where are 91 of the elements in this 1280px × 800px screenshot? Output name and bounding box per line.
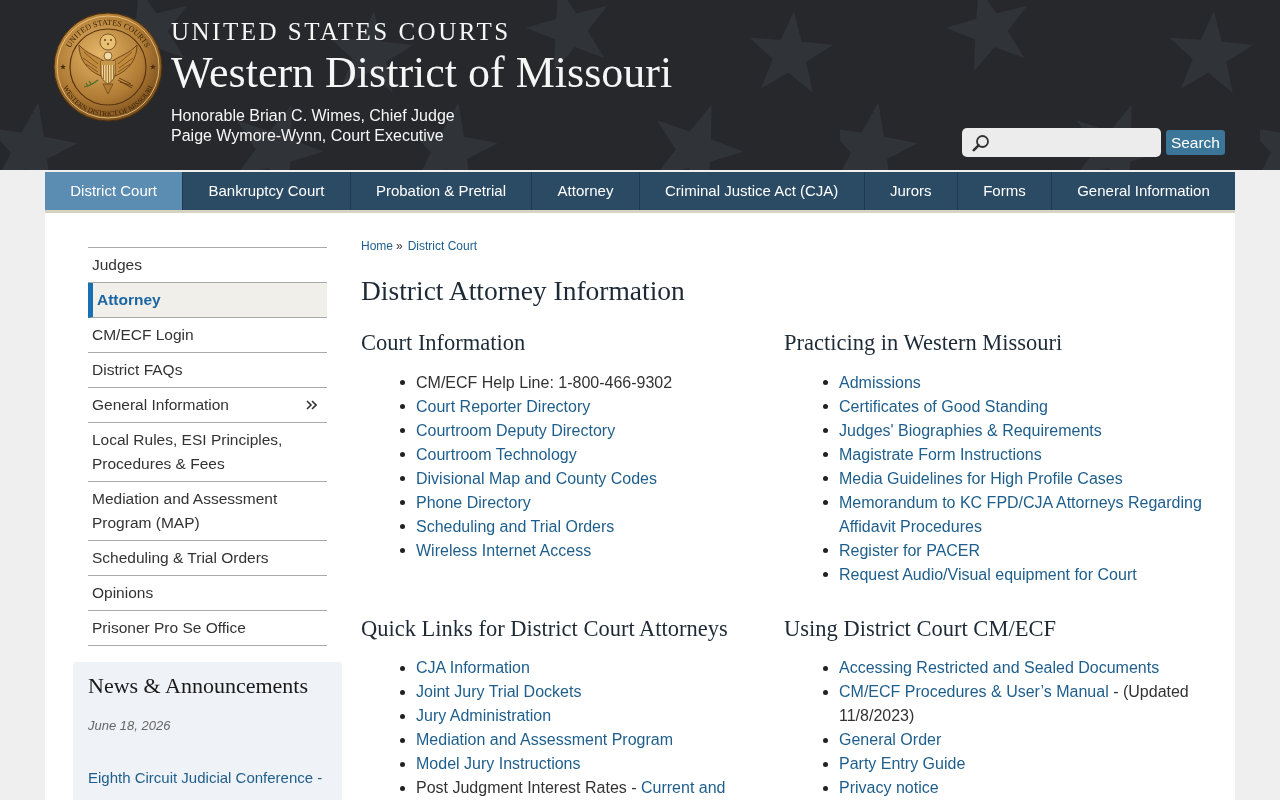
nav-tab[interactable]: Probation & Pretrial xyxy=(350,172,533,210)
sidebar-item[interactable]: CM/ECF Login xyxy=(88,318,327,353)
bullet-icon xyxy=(823,500,828,505)
bullet-icon xyxy=(400,665,405,671)
bullet-icon xyxy=(400,737,405,743)
list-item-text: CM/ECF Help Line: 1-800-466-9302 xyxy=(416,372,673,393)
link[interactable]: Joint Jury Trial Dockets xyxy=(416,680,582,704)
nav-tab[interactable]: Criminal Justice Act (CJA) xyxy=(639,172,865,210)
bullet-icon xyxy=(823,572,828,577)
bullet-icon xyxy=(823,476,828,481)
link[interactable]: Mediation and Assessment Program xyxy=(416,728,673,752)
link[interactable]: Media Guidelines for High Profile Cases xyxy=(839,466,1123,491)
search-icon xyxy=(971,133,990,152)
link[interactable]: Court Reporter Directory xyxy=(416,394,591,419)
sidebar-item[interactable]: Opinions xyxy=(88,576,327,611)
bullet-icon xyxy=(823,785,828,791)
link[interactable]: Party Entry Guide xyxy=(839,752,966,776)
bullet-icon xyxy=(400,404,405,409)
section-heading: Using District Court CM/ECF xyxy=(784,614,1057,642)
sidebar-item[interactable]: Prisoner Pro Se Office xyxy=(88,611,327,646)
section-heading: Practicing in Western Missouri xyxy=(784,329,1064,356)
news-link[interactable]: Eighth Circuit Judicial Conference - xyxy=(88,766,323,790)
sidebar-item[interactable]: General Information xyxy=(88,388,327,423)
news-heading: News & Announcements xyxy=(88,673,309,699)
sidebar-item[interactable]: Scheduling & Trial Orders xyxy=(88,541,327,576)
sidebar-item[interactable]: District FAQs xyxy=(88,353,327,388)
link[interactable]: CJA Information xyxy=(416,656,530,680)
bullet-icon xyxy=(823,761,828,767)
bullet-icon xyxy=(400,452,405,457)
link[interactable]: Wireless Internet Access xyxy=(416,538,592,563)
breadcrumb-separator: » xyxy=(396,239,403,254)
bullet-icon xyxy=(823,428,828,433)
link[interactable]: Divisional Map and County Codes xyxy=(416,466,657,491)
bullet-icon xyxy=(400,500,405,505)
link[interactable]: Current and xyxy=(641,779,726,796)
bullet-icon xyxy=(823,548,828,553)
bullet-icon xyxy=(400,524,405,529)
bullet-icon xyxy=(400,548,405,553)
bullet-icon xyxy=(400,713,405,719)
link[interactable]: Admissions xyxy=(839,370,921,395)
section-heading: Court Information xyxy=(361,329,527,356)
nav-tab[interactable]: Attorney xyxy=(532,172,640,210)
nav-tab[interactable]: General Information xyxy=(1051,172,1236,210)
link[interactable]: Courtroom Technology xyxy=(416,442,577,467)
link[interactable]: Courtroom Deputy Directory xyxy=(416,418,616,443)
list-item-text: Post Judgment Interest Rates - Current and xyxy=(416,778,726,798)
official-line: Honorable Brian C. Wimes, Chief Judge xyxy=(171,106,456,126)
bullet-icon xyxy=(823,380,828,385)
bullet-icon xyxy=(823,665,828,671)
nav-tab[interactable]: Jurors xyxy=(864,172,958,210)
link[interactable]: CM/ECF Procedures & User’s Manual xyxy=(839,683,1109,700)
search-field[interactable] xyxy=(961,128,1161,157)
bullet-icon xyxy=(400,428,405,433)
bullet-icon xyxy=(823,404,828,409)
bullet-icon xyxy=(400,761,405,767)
link[interactable]: Judges' Biographies & Requirements xyxy=(839,418,1102,443)
search-button[interactable]: Search xyxy=(1165,130,1225,155)
link[interactable]: Memorandum to KC FPD/CJA Attorneys Regarding Affidavit Procedures xyxy=(839,490,1211,539)
bullet-icon xyxy=(823,737,828,743)
link[interactable]: Scheduling and Trial Orders xyxy=(416,514,615,539)
nav-tab[interactable]: District Court xyxy=(45,172,184,210)
breadcrumb-link[interactable]: District Court xyxy=(407,239,478,254)
link[interactable]: Register for PACER xyxy=(839,538,981,563)
sidebar-item[interactable]: Local Rules, ESI Principles, Procedures & Fees xyxy=(88,423,327,482)
page-title: District Attorney Information xyxy=(361,274,686,307)
section-heading: Quick Links for District Court Attorneys xyxy=(361,614,729,642)
link[interactable]: Accessing Restricted and Sealed Documents xyxy=(839,656,1160,680)
breadcrumb-link[interactable]: Home xyxy=(361,239,393,254)
list-item-text: CM/ECF Procedures & User’s Manual - (Updated 11/8/2023) xyxy=(839,682,1190,726)
nav-tab[interactable]: Bankruptcy Court xyxy=(183,172,351,210)
link[interactable]: Magistrate Form Instructions xyxy=(839,442,1042,467)
bullet-icon xyxy=(823,452,828,457)
bullet-icon xyxy=(400,476,405,481)
bullet-icon xyxy=(400,785,405,791)
link[interactable]: Jury Administration xyxy=(416,704,552,728)
news-date: June 18, 2026 xyxy=(88,717,172,735)
bullet-icon xyxy=(400,689,405,695)
nav-tab[interactable]: Forms xyxy=(957,172,1052,210)
link[interactable]: Request Audio/Visual equipment for Court xyxy=(839,562,1137,587)
site-kicker: UNITED STATES COURTS xyxy=(171,17,512,47)
official-line: Paige Wymore-Wynn, Court Executive xyxy=(171,126,445,146)
link[interactable]: Model Jury Instructions xyxy=(416,752,581,776)
sidebar-item[interactable]: Mediation and Assessment Program (MAP) xyxy=(88,482,327,541)
link[interactable]: Certificates of Good Standing xyxy=(839,394,1048,419)
bullet-icon xyxy=(400,380,405,385)
site-title: Western District of Missouri xyxy=(171,49,673,97)
link[interactable]: General Order xyxy=(839,728,942,752)
link[interactable]: Privacy notice xyxy=(839,776,939,800)
sidebar-item[interactable]: Attorney xyxy=(88,283,327,318)
link[interactable]: Phone Directory xyxy=(416,490,531,515)
bullet-icon xyxy=(823,689,828,695)
